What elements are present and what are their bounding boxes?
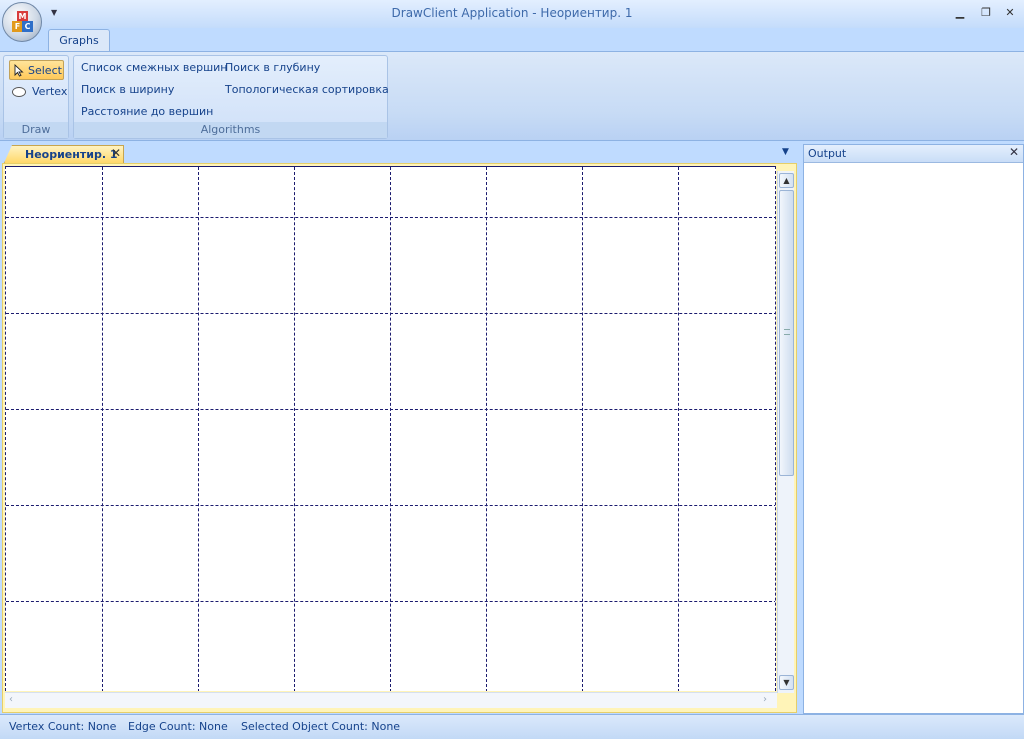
vertex-distance-button[interactable]: Расстояние до вершин bbox=[78, 102, 213, 122]
application-menu-button[interactable]: M F C bbox=[2, 2, 42, 42]
ribbon-tabstrip bbox=[0, 28, 1024, 52]
group-caption-algorithms: Algorithms bbox=[74, 122, 387, 138]
app-logo-cube: C bbox=[22, 21, 33, 32]
grid-line-horizontal bbox=[6, 217, 775, 218]
grid-line-vertical bbox=[582, 167, 583, 691]
grid-line-horizontal bbox=[6, 409, 775, 410]
selected-count-status: Selected Object Count: None bbox=[241, 720, 401, 733]
select-tool-label: Select bbox=[28, 64, 62, 77]
tab-graphs[interactable]: Graphs bbox=[48, 29, 110, 52]
title-bar: ▼ DrawClient Application - Неориентир. 1… bbox=[0, 0, 1024, 28]
grid-line-horizontal bbox=[6, 313, 775, 314]
horizontal-scrollbar[interactable]: ‹ › bbox=[5, 692, 777, 708]
scroll-down-icon[interactable]: ▼ bbox=[779, 675, 794, 690]
grid-line-vertical bbox=[678, 167, 679, 691]
scroll-right-icon[interactable]: › bbox=[763, 694, 767, 705]
ellipse-icon bbox=[12, 87, 26, 97]
scroll-up-icon[interactable]: ▲ bbox=[779, 173, 794, 188]
output-panel: Output ✕ bbox=[803, 144, 1024, 714]
close-tab-icon[interactable]: ✕ bbox=[111, 146, 121, 160]
topological-sort-button[interactable]: Топологическая сортировка bbox=[222, 80, 389, 100]
adjacency-list-button[interactable]: Список смежных вершин bbox=[78, 58, 228, 78]
grid-line-vertical bbox=[198, 167, 199, 691]
group-caption-draw: Draw bbox=[4, 122, 68, 138]
restore-button[interactable]: ❐ bbox=[976, 5, 996, 21]
vertex-count-status: Vertex Count: None bbox=[9, 720, 117, 733]
edge-count-status: Edge Count: None bbox=[128, 720, 228, 733]
vertex-tool-label: Vertex bbox=[32, 85, 68, 98]
status-bar: Vertex Count: None Edge Count: None Sele… bbox=[0, 714, 1024, 739]
ribbon: Select Vertex Draw Список смежных вершин… bbox=[0, 51, 1024, 141]
scroll-left-icon[interactable]: ‹ bbox=[9, 694, 13, 705]
grid-line-horizontal bbox=[6, 601, 775, 602]
close-panel-icon[interactable]: ✕ bbox=[1009, 145, 1019, 159]
vertex-tool-button[interactable]: Vertex bbox=[12, 82, 67, 102]
close-button[interactable]: ✕ bbox=[1000, 5, 1020, 21]
output-panel-title: Output bbox=[808, 147, 847, 160]
document-tab-label: Неориентир. 1 bbox=[25, 148, 118, 161]
document-tab[interactable]: Неориентир. 1 ✕ bbox=[4, 145, 124, 163]
vertical-scrollbar[interactable]: ▲ ▼ bbox=[777, 171, 794, 693]
grid-line-vertical bbox=[102, 167, 103, 691]
document-list-dropdown-icon[interactable]: ▼ bbox=[782, 147, 789, 157]
graph-canvas[interactable] bbox=[5, 166, 776, 691]
grid-line-vertical bbox=[486, 167, 487, 691]
scroll-thumb[interactable] bbox=[779, 190, 794, 476]
cursor-arrow-icon bbox=[14, 64, 24, 77]
depth-first-search-button[interactable]: Поиск в глубину bbox=[222, 58, 320, 78]
grip-icon bbox=[784, 329, 790, 335]
breadth-first-search-button[interactable]: Поиск в ширину bbox=[78, 80, 174, 100]
grid-line-horizontal bbox=[6, 505, 775, 506]
grid-line-vertical bbox=[294, 167, 295, 691]
grid-line-vertical bbox=[390, 167, 391, 691]
minimize-button[interactable]: ▁ bbox=[950, 5, 970, 21]
output-panel-header: Output ✕ bbox=[804, 145, 1023, 163]
ribbon-group-algorithms: Список смежных вершин Поиск в ширину Рас… bbox=[73, 55, 389, 139]
select-tool-button[interactable]: Select bbox=[9, 60, 64, 80]
window-title: DrawClient Application - Неориентир. 1 bbox=[391, 6, 633, 20]
ribbon-group-draw: Select Vertex Draw bbox=[3, 55, 69, 139]
